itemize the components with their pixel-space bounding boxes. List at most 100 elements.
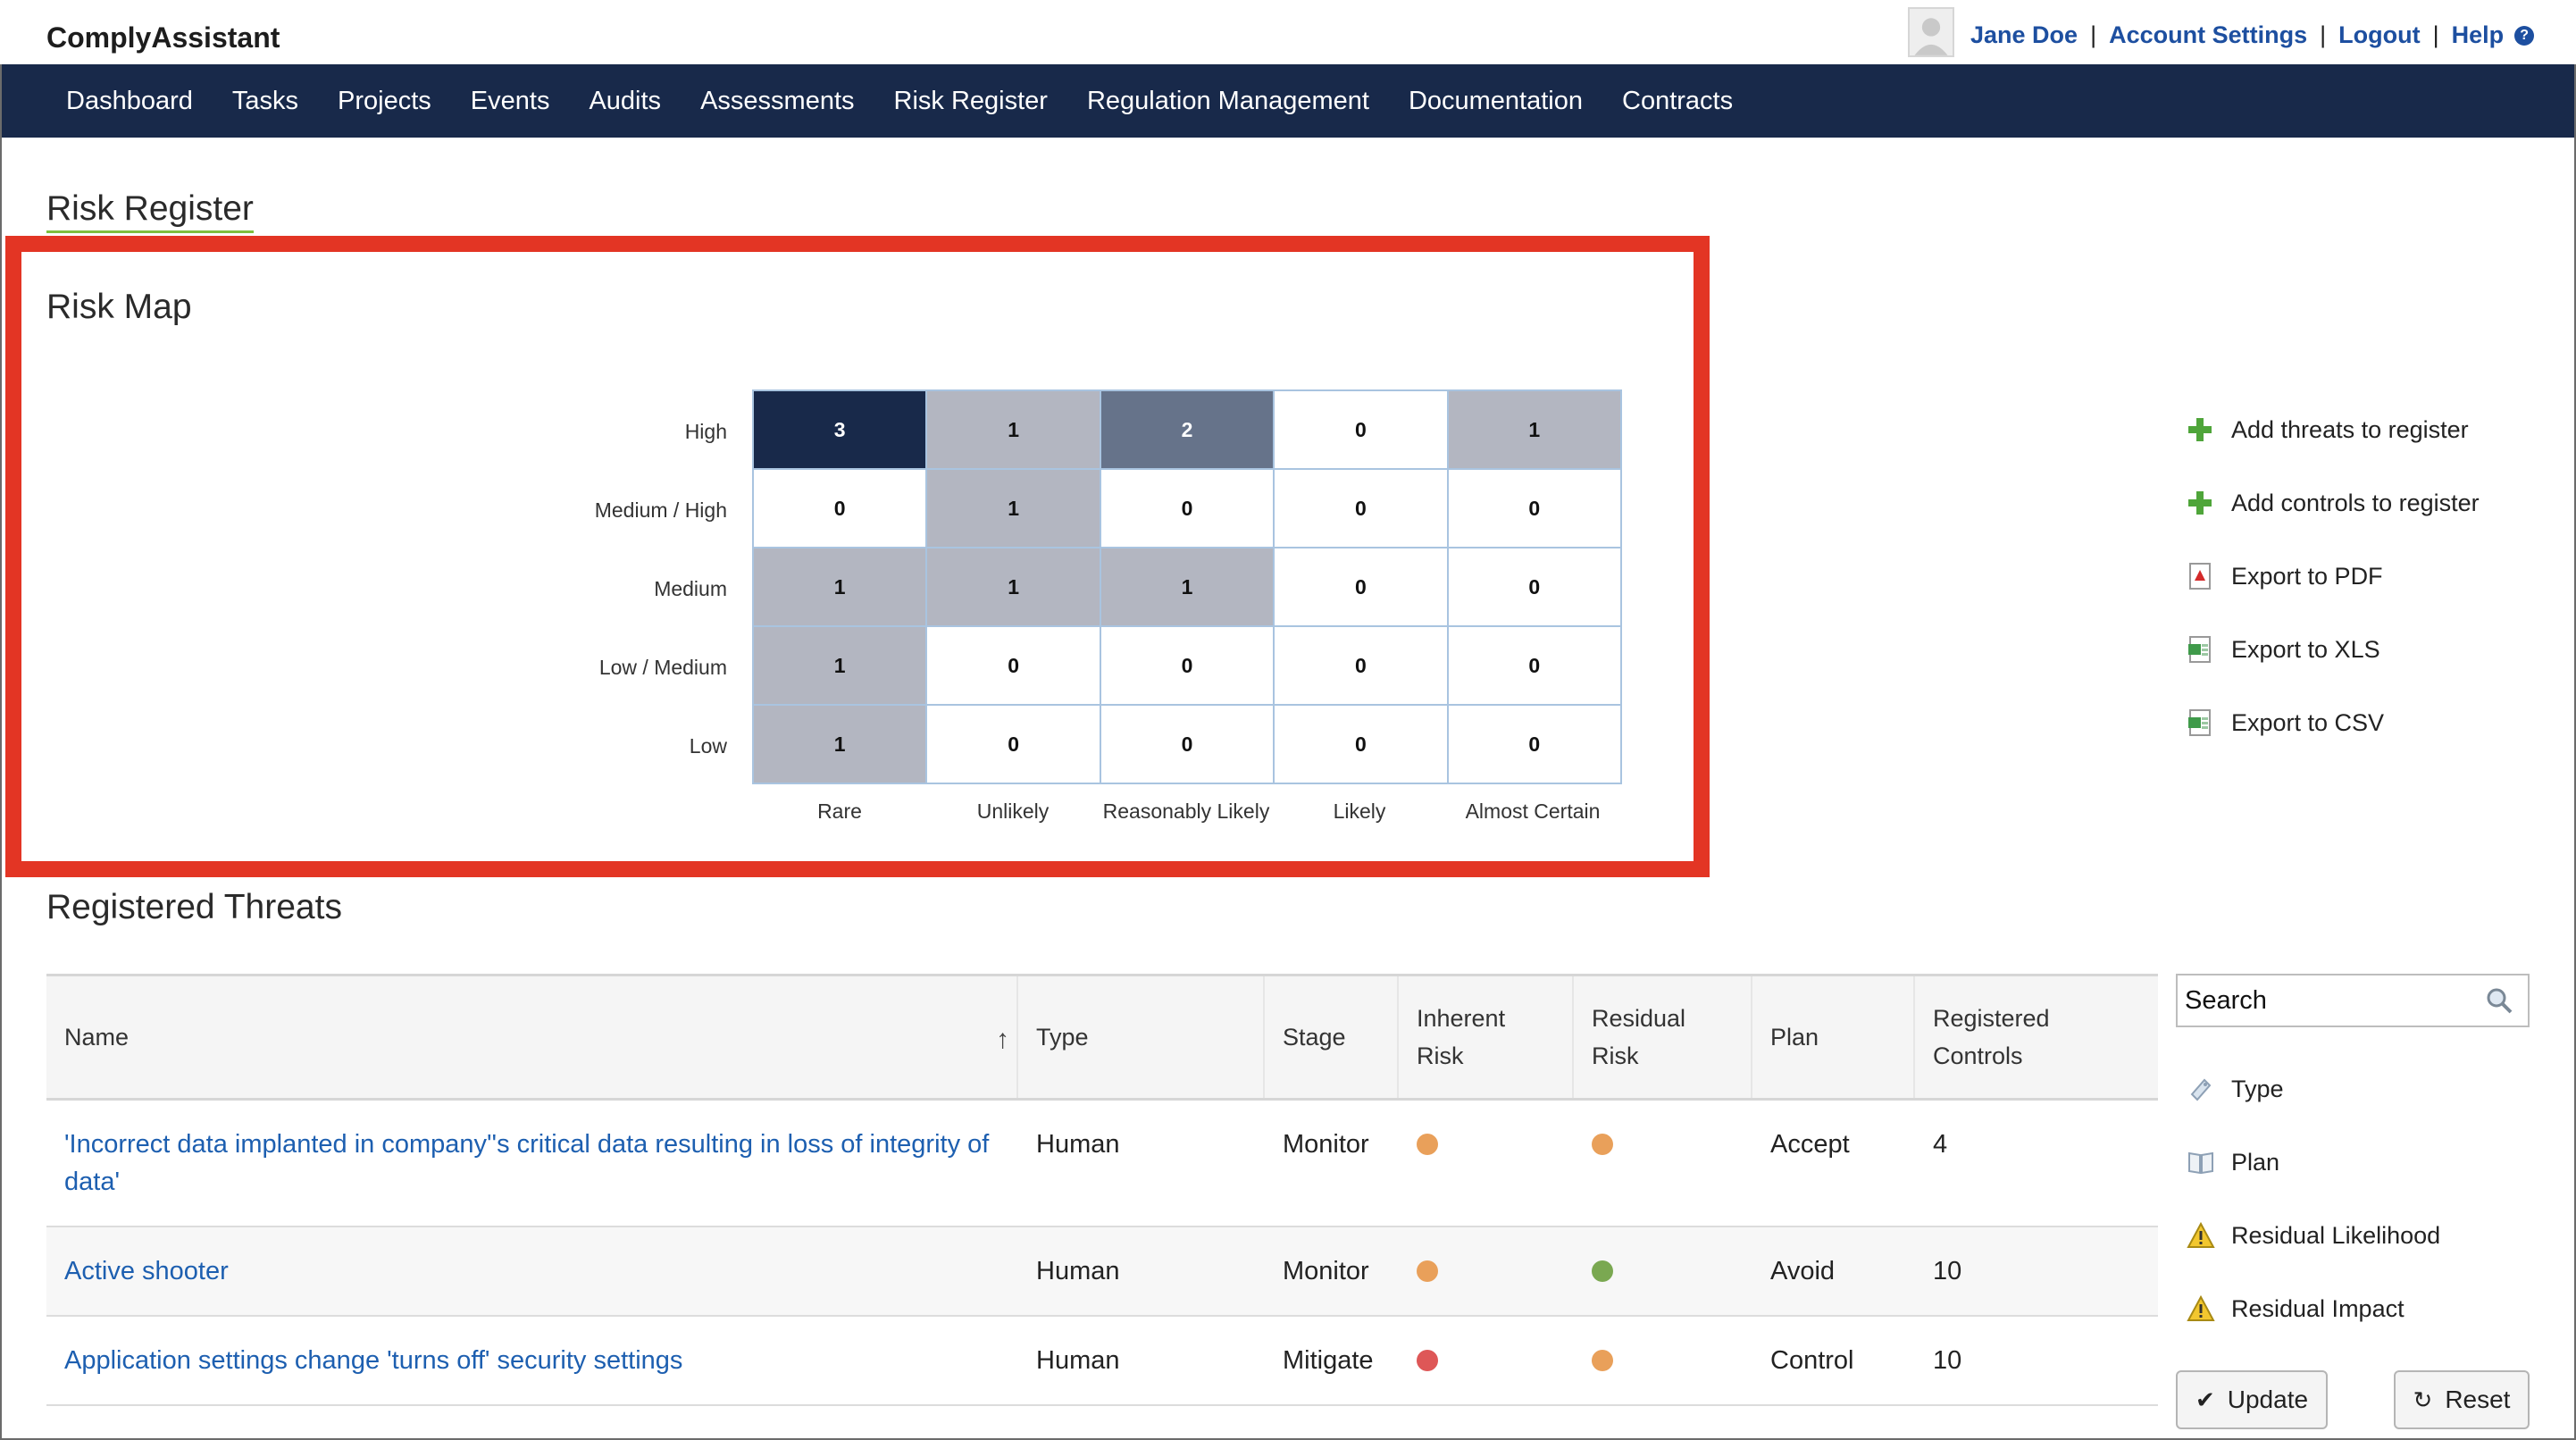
risk-map-cell[interactable]: 0 bbox=[1448, 470, 1620, 547]
filter-list: Type Plan Residual Likelihood Residual I… bbox=[2187, 1052, 2440, 1345]
threat-type-cell: Human bbox=[1036, 1346, 1120, 1375]
risk-map-cell[interactable]: 0 bbox=[1100, 627, 1274, 704]
app-brand[interactable]: ComplyAssistant bbox=[46, 21, 280, 54]
risk-map-cell[interactable]: 2 bbox=[1100, 391, 1274, 468]
book-icon bbox=[2188, 1151, 2213, 1175]
export-xls-action[interactable]: Export to XLS bbox=[2187, 613, 2480, 686]
account-settings-link[interactable]: Account Settings bbox=[2109, 21, 2307, 49]
filter-residual-likelihood-label: Residual Likelihood bbox=[2231, 1221, 2441, 1249]
risk-map-cell[interactable]: 1 bbox=[927, 548, 1100, 625]
column-header-label: Type bbox=[1036, 1024, 1089, 1051]
column-header-label: Registered Controls bbox=[1933, 1005, 2050, 1069]
export-pdf-action[interactable]: Export to PDF bbox=[2187, 540, 2480, 613]
threat-plan-cell: Accept bbox=[1770, 1130, 1850, 1159]
row-label-low: Low bbox=[689, 734, 727, 758]
search-icon[interactable] bbox=[2485, 986, 2513, 1015]
filter-residual-likelihood[interactable]: Residual Likelihood bbox=[2187, 1199, 2440, 1272]
threats-table: Name ↑ Type Stage Inherent Risk Residual… bbox=[46, 974, 2158, 1406]
risk-map-title: Risk Map bbox=[46, 288, 192, 326]
filter-plan[interactable]: Plan bbox=[2187, 1126, 2440, 1199]
column-header-inherent-risk[interactable]: Inherent Risk bbox=[1399, 976, 1574, 1098]
risk-map-cell[interactable]: 0 bbox=[1275, 706, 1447, 783]
residual-risk-dot bbox=[1592, 1260, 1613, 1282]
help-link[interactable]: Help bbox=[2452, 21, 2505, 49]
column-header-residual-risk[interactable]: Residual Risk bbox=[1574, 976, 1752, 1098]
threat-name-link[interactable]: Active shooter bbox=[64, 1252, 229, 1290]
risk-map-cell[interactable]: 0 bbox=[1275, 391, 1447, 468]
risk-map-cell[interactable]: 1 bbox=[1100, 548, 1274, 625]
column-header-name[interactable]: Name ↑ bbox=[46, 976, 1018, 1098]
nav-assessments[interactable]: Assessments bbox=[700, 87, 854, 116]
risk-map-cell[interactable]: 0 bbox=[1448, 706, 1620, 783]
reset-button[interactable]: ↻ Reset bbox=[2394, 1370, 2530, 1429]
risk-map-cell[interactable]: 3 bbox=[754, 391, 926, 468]
threat-name-link[interactable]: 'Incorrect data implanted in company''s … bbox=[64, 1126, 1000, 1201]
update-button[interactable]: ✔ Update bbox=[2176, 1370, 2328, 1429]
risk-map-cell[interactable]: 1 bbox=[754, 706, 926, 783]
column-header-plan[interactable]: Plan bbox=[1752, 976, 1915, 1098]
threat-name-link[interactable]: Application settings change 'turns off' … bbox=[64, 1342, 682, 1379]
inherent-risk-cell bbox=[1399, 1317, 1574, 1404]
threat-name-cell: Application settings change 'turns off' … bbox=[46, 1317, 1018, 1404]
logout-link[interactable]: Logout bbox=[2338, 21, 2420, 49]
nav-contracts[interactable]: Contracts bbox=[1622, 87, 1733, 116]
threat-name-cell: Active shooter bbox=[46, 1227, 1018, 1315]
row-label-low-medium: Low / Medium bbox=[598, 656, 727, 679]
export-csv-label: Export to CSV bbox=[2231, 708, 2385, 736]
filter-type-label: Type bbox=[2231, 1075, 2284, 1102]
residual-risk-cell bbox=[1574, 1101, 1752, 1226]
column-header-stage[interactable]: Stage bbox=[1265, 976, 1399, 1098]
nav-tasks[interactable]: Tasks bbox=[232, 87, 298, 116]
nav-projects[interactable]: Projects bbox=[338, 87, 431, 116]
filter-residual-impact[interactable]: Residual Impact bbox=[2187, 1272, 2440, 1345]
risk-map-cell[interactable]: 0 bbox=[1448, 548, 1620, 625]
user-avatar[interactable] bbox=[1908, 7, 1954, 57]
risk-map-cell[interactable]: 0 bbox=[1275, 627, 1447, 704]
registered-controls-cell: 10 bbox=[1933, 1346, 1962, 1375]
nav-events[interactable]: Events bbox=[471, 87, 550, 116]
inherent-risk-dot bbox=[1417, 1350, 1438, 1371]
search-input[interactable]: Search bbox=[2176, 974, 2530, 1027]
export-xls-label: Export to XLS bbox=[2231, 635, 2380, 663]
column-header-label: Name bbox=[64, 1024, 130, 1051]
col-label-reasonably-likely: Reasonably Likely bbox=[1102, 800, 1270, 823]
risk-map-cell[interactable]: 0 bbox=[1275, 470, 1447, 547]
inherent-risk-dot bbox=[1417, 1260, 1438, 1282]
link-separator: | bbox=[2432, 21, 2439, 48]
add-threats-action[interactable]: Add threats to register bbox=[2187, 393, 2480, 466]
inherent-risk-dot bbox=[1417, 1134, 1438, 1155]
risk-map-cell[interactable]: 1 bbox=[754, 627, 926, 704]
risk-map-cell[interactable]: 0 bbox=[927, 627, 1100, 704]
add-controls-action[interactable]: Add controls to register bbox=[2187, 466, 2480, 540]
risk-map-cell[interactable]: 0 bbox=[1448, 627, 1620, 704]
pdf-icon bbox=[2189, 563, 2211, 590]
risk-map-cell[interactable]: 0 bbox=[1100, 470, 1274, 547]
nav-risk-register[interactable]: Risk Register bbox=[894, 87, 1048, 116]
nav-dashboard[interactable]: Dashboard bbox=[66, 87, 193, 116]
threat-plan-cell: Avoid bbox=[1770, 1257, 1836, 1285]
risk-map-cell[interactable]: 0 bbox=[927, 706, 1100, 783]
col-label-almost-certain: Almost Certain bbox=[1465, 800, 1601, 823]
risk-map-cell[interactable]: 1 bbox=[927, 470, 1100, 547]
nav-documentation[interactable]: Documentation bbox=[1409, 87, 1583, 116]
user-links: Jane Doe | Account Settings | Logout | H… bbox=[1970, 21, 2535, 49]
export-csv-action[interactable]: Export to CSV bbox=[2187, 686, 2480, 759]
risk-map-cell[interactable]: 0 bbox=[1275, 548, 1447, 625]
sort-arrow-up-icon[interactable]: ↑ bbox=[996, 1021, 1009, 1059]
column-header-type[interactable]: Type bbox=[1018, 976, 1265, 1098]
column-header-registered-controls[interactable]: Registered Controls bbox=[1915, 976, 2158, 1098]
threat-stage-cell: Monitor bbox=[1283, 1130, 1369, 1159]
risk-map-cell[interactable]: 1 bbox=[754, 548, 926, 625]
help-icon[interactable]: ? bbox=[2514, 25, 2535, 46]
risk-map-cell[interactable]: 0 bbox=[754, 470, 926, 547]
residual-risk-cell bbox=[1574, 1317, 1752, 1404]
nav-regulation-management[interactable]: Regulation Management bbox=[1087, 87, 1369, 116]
table-row: Active shooter Human Monitor Avoid 10 bbox=[46, 1227, 2158, 1317]
risk-map-cell[interactable]: 0 bbox=[1100, 706, 1274, 783]
filter-type[interactable]: Type bbox=[2187, 1052, 2440, 1126]
threat-name-cell: 'Incorrect data implanted in company''s … bbox=[46, 1101, 1018, 1226]
risk-map-cell[interactable]: 1 bbox=[927, 391, 1100, 468]
user-name-link[interactable]: Jane Doe bbox=[1970, 21, 2078, 49]
nav-audits[interactable]: Audits bbox=[589, 87, 661, 116]
risk-map-cell[interactable]: 1 bbox=[1448, 391, 1620, 468]
